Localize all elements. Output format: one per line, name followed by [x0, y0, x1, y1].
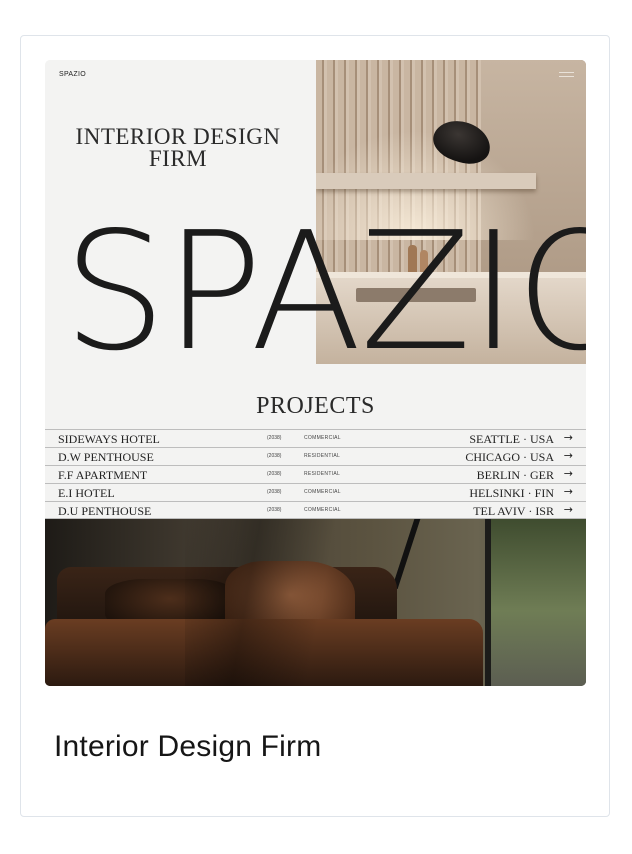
- project-row: D.U PENTHOUSE (2038) COMMERCIAL TEL AVIV…: [45, 501, 586, 519]
- project-year: (2038): [267, 435, 282, 441]
- hamburger-menu-icon: [559, 72, 574, 78]
- project-type: COMMERCIAL: [304, 489, 341, 495]
- project-row: E.I HOTEL (2038) COMMERCIAL HELSINKI · F…: [45, 483, 586, 501]
- template-thumbnail[interactable]: SPAZIO INTERIOR DESIGN FIRM SPAZIO PROJE…: [45, 60, 586, 686]
- project-type: COMMERCIAL: [304, 435, 341, 441]
- project-location: TEL AVIV · ISR: [473, 504, 554, 518]
- project-name: F.F APARTMENT: [58, 468, 148, 482]
- projects-list: SIDEWAYS HOTEL (2038) COMMERCIAL SEATTLE…: [45, 429, 586, 519]
- sofa-photo: [45, 519, 586, 686]
- project-year: (2038): [267, 489, 282, 495]
- project-location: SEATTLE · USA: [469, 432, 554, 446]
- arrow-right-icon: →: [563, 449, 573, 462]
- project-year: (2038): [267, 507, 282, 513]
- project-name: E.I HOTEL: [58, 486, 115, 500]
- project-location: CHICAGO · USA: [465, 450, 554, 464]
- hero-subtitle: INTERIOR DESIGN FIRM: [75, 124, 281, 171]
- arrow-right-icon: →: [563, 485, 573, 498]
- project-row: D.W PENTHOUSE (2038) RESIDENTIAL CHICAGO…: [45, 447, 586, 465]
- arrow-right-icon: →: [563, 503, 573, 516]
- project-name: D.W PENTHOUSE: [58, 450, 154, 464]
- project-year: (2038): [267, 453, 282, 459]
- template-title[interactable]: Interior Design Firm: [54, 730, 321, 764]
- project-type: COMMERCIAL: [304, 507, 341, 513]
- project-location: HELSINKI · FIN: [469, 486, 554, 500]
- site-logo: SPAZIO: [59, 71, 86, 78]
- hero-brand-wordmark: SPAZIO: [63, 198, 586, 387]
- project-name: SIDEWAYS HOTEL: [58, 432, 160, 446]
- project-type: RESIDENTIAL: [304, 471, 341, 477]
- project-type: RESIDENTIAL: [304, 453, 341, 459]
- arrow-right-icon: →: [563, 431, 573, 444]
- arrow-right-icon: →: [563, 467, 573, 480]
- projects-heading: PROJECTS: [256, 393, 375, 419]
- project-year: (2038): [267, 471, 282, 477]
- project-location: BERLIN · GER: [476, 468, 554, 482]
- project-row: SIDEWAYS HOTEL (2038) COMMERCIAL SEATTLE…: [45, 429, 586, 447]
- project-name: D.U PENTHOUSE: [58, 504, 152, 518]
- project-row: F.F APARTMENT (2038) RESIDENTIAL BERLIN …: [45, 465, 586, 483]
